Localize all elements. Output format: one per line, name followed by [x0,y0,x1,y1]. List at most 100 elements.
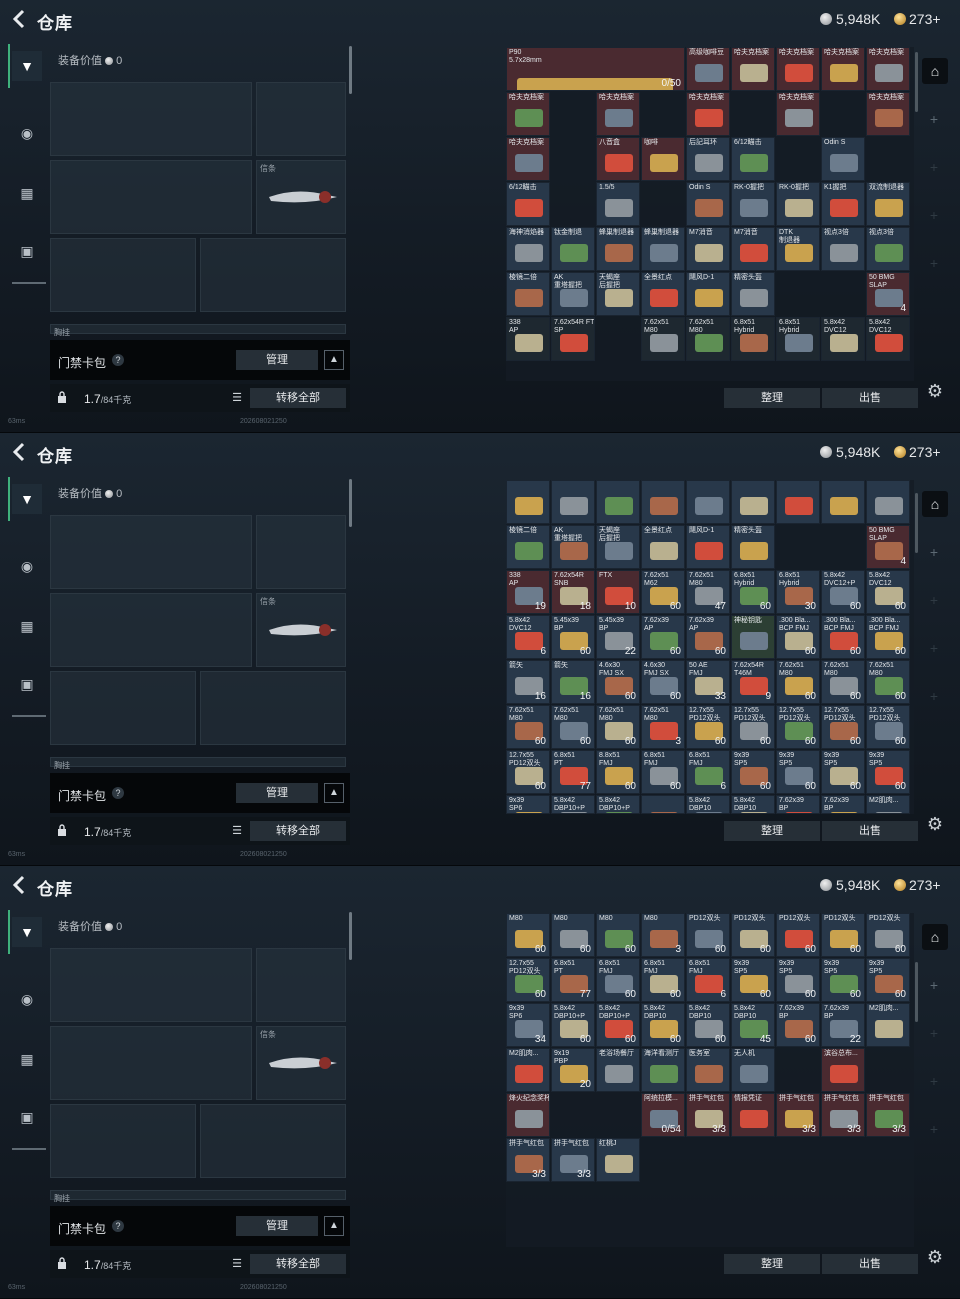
stash-item[interactable]: M80 60 [551,913,595,957]
stash-item[interactable]: 4.6x30 FMJ SX 60 [596,660,640,704]
stash-item[interactable]: PD12双头 60 [776,913,820,957]
stash-item[interactable]: 7.62x51 M80 60 [551,705,595,749]
stash-item[interactable]: 9x39 SP5 60 [866,958,910,1002]
back-arrow-icon[interactable] [8,7,32,31]
vest-tab-icon[interactable]: ▦ [12,611,42,641]
warehouse-icon[interactable]: ⌂ [922,58,948,84]
stash-item[interactable] [686,480,730,524]
stash-item[interactable]: 7.62x51 M80 60 [596,705,640,749]
stash-item[interactable] [596,480,640,524]
melee-slot[interactable]: 信条 [256,593,346,667]
stash-item[interactable]: 5.8x42 DBP10 [686,795,730,814]
stash-item[interactable]: 5.8x42 DVC12+P 60 [821,570,865,614]
secondary-weapon-slot[interactable] [50,593,252,667]
stash-item[interactable]: 八音盒 [596,137,640,181]
stash-item[interactable]: 7.62x51 M80 [641,317,685,361]
stash-item[interactable]: 5.8x42 DBP10+P 60 [596,1003,640,1047]
stash-item[interactable]: 12.7x55 PD12双头 60 [731,705,775,749]
stash-item[interactable]: 6.8x51 FMJ 60 [641,750,685,794]
stash-item[interactable]: 50 BMG SLAP 4 [866,272,910,316]
stash-item[interactable]: 老浴场餐厅 [596,1048,640,1092]
melee-slot[interactable]: 信条 [256,1026,346,1100]
stash-item[interactable]: 1.5/5 [596,182,640,226]
stash-item[interactable]: 天蝎座 后握把 [596,525,640,569]
equipment-scrollbar[interactable] [349,46,352,94]
stash-item[interactable]: 8.8x51 FMJ 60 [596,750,640,794]
stash-item[interactable]: AK 重塔握把 [551,525,595,569]
stash-item[interactable]: M7消音 [731,227,775,271]
stash-item[interactable]: 12.7x55 PD12双头 60 [821,705,865,749]
stash-item[interactable]: 红桃J [596,1138,640,1182]
stash-item[interactable]: 9x39 SP5 60 [776,750,820,794]
primary-weapon-slot[interactable] [50,948,252,1022]
settings-gear-icon[interactable]: ⚙ [924,380,946,402]
stash-item[interactable]: 箭矢 16 [551,660,595,704]
stash-scrollbar[interactable] [915,493,918,553]
transfer-all-button[interactable]: 转移全部 [250,388,346,408]
list-icon[interactable]: ☰ [228,1257,246,1271]
stash-item[interactable]: 6.8x51 FMJ 60 [596,958,640,1002]
stash-item[interactable]: 情报凭证 [731,1093,775,1137]
stash-item[interactable]: M7消音 [686,227,730,271]
stash-item[interactable]: 海洋看测厅 [641,1048,685,1092]
stash-item[interactable]: 6.8x51 PT 77 [551,958,595,1002]
helmet-tab-icon[interactable]: ◉ [12,984,42,1014]
stash-item[interactable]: 6.8x51 FMJ 60 [641,958,685,1002]
add-tab-icon[interactable]: + [924,208,944,222]
stash-item[interactable]: 精密头盔 [731,525,775,569]
stash-item[interactable]: M80 60 [596,913,640,957]
stash-item[interactable]: 蜂巢制退器 [641,227,685,271]
stash-item[interactable]: 拼手气红包 3/3 [686,1093,730,1137]
stash-item[interactable]: 哈夫克档案 [776,92,820,136]
stash-item[interactable]: 12.7x55 PD12双头 60 [686,705,730,749]
stash-item[interactable]: 5.8x42 DBP10+P [596,795,640,814]
stash-item[interactable]: 6.8x51 PT 77 [551,750,595,794]
stash-item[interactable]: 7.62x51 M80 60 [866,660,910,704]
stash-item[interactable]: DTK 制退器 [776,227,820,271]
stash-item[interactable]: 医务室 [686,1048,730,1092]
sort-button[interactable]: 整理 [724,1254,820,1274]
stash-item[interactable]: 5.8x42 DBP10 60 [641,1003,685,1047]
list-icon[interactable]: ☰ [228,391,246,405]
stash-item[interactable] [641,795,685,814]
settings-gear-icon[interactable]: ⚙ [924,1246,946,1268]
sell-button[interactable]: 出售 [822,388,918,408]
stash-item[interactable]: .300 Bla... BCP FMJ 60 [776,615,820,659]
stash-item[interactable]: M80 3 [641,913,685,957]
weapon-tab-icon[interactable]: ▼ [12,51,42,81]
stash-item[interactable] [776,480,820,524]
stash-item[interactable]: 烽火纪念奖杯 [506,1093,550,1137]
primary-weapon-slot[interactable] [50,515,252,589]
briefcase-tab-icon[interactable]: ▣ [12,1102,42,1132]
stash-item[interactable]: 5.45x39 BP 22 [596,615,640,659]
equipment-scrollbar[interactable] [349,479,352,527]
melee-slot[interactable]: 信条 [256,160,346,234]
stash-item[interactable]: PD12双头 60 [731,913,775,957]
stash-item[interactable]: 12.7x55 PD12双头 60 [776,705,820,749]
stash-item[interactable]: 哈夫克档案 [686,92,730,136]
stash-item[interactable]: Odin S [686,182,730,226]
stash-item[interactable]: 12.7x55 PD12双头 60 [866,705,910,749]
stash-item[interactable]: 5.8x42 DBP10+P 60 [551,1003,595,1047]
stash-item[interactable]: 4.6x30 FMJ SX 60 [641,660,685,704]
back-arrow-icon[interactable] [8,873,32,897]
stash-item[interactable]: 12.7x55 PD12双头 60 [506,750,550,794]
stash-item[interactable]: M2肌肉... [866,1003,910,1047]
stash-item[interactable]: 滨谷总布... [821,1048,865,1092]
stash-item[interactable]: 7.62x54R SNB 18 [551,570,595,614]
stash-item[interactable]: 无人机 [731,1048,775,1092]
stash-item[interactable]: 海神消焰器 [506,227,550,271]
stash-item[interactable]: 双流制退器 [866,182,910,226]
stash-item[interactable]: 箭矢 16 [506,660,550,704]
stash-item[interactable]: 7.62x39 BP 22 [821,1003,865,1047]
stash-item[interactable]: 视点3倍 [821,227,865,271]
briefcase-tab-icon[interactable]: ▣ [12,669,42,699]
manage-button[interactable]: 管理 [236,1216,318,1236]
vest-tab-icon[interactable]: ▦ [12,178,42,208]
stash-item[interactable]: 棱镜二倍 [506,272,550,316]
stash-item[interactable]: FTX 10 [596,570,640,614]
stash-item[interactable]: RK-0握把 [731,182,775,226]
warehouse-icon[interactable]: ⌂ [922,491,948,517]
pistol-slot[interactable] [256,82,346,156]
stash-item[interactable]: 7.62x51 M80 47 [686,570,730,614]
